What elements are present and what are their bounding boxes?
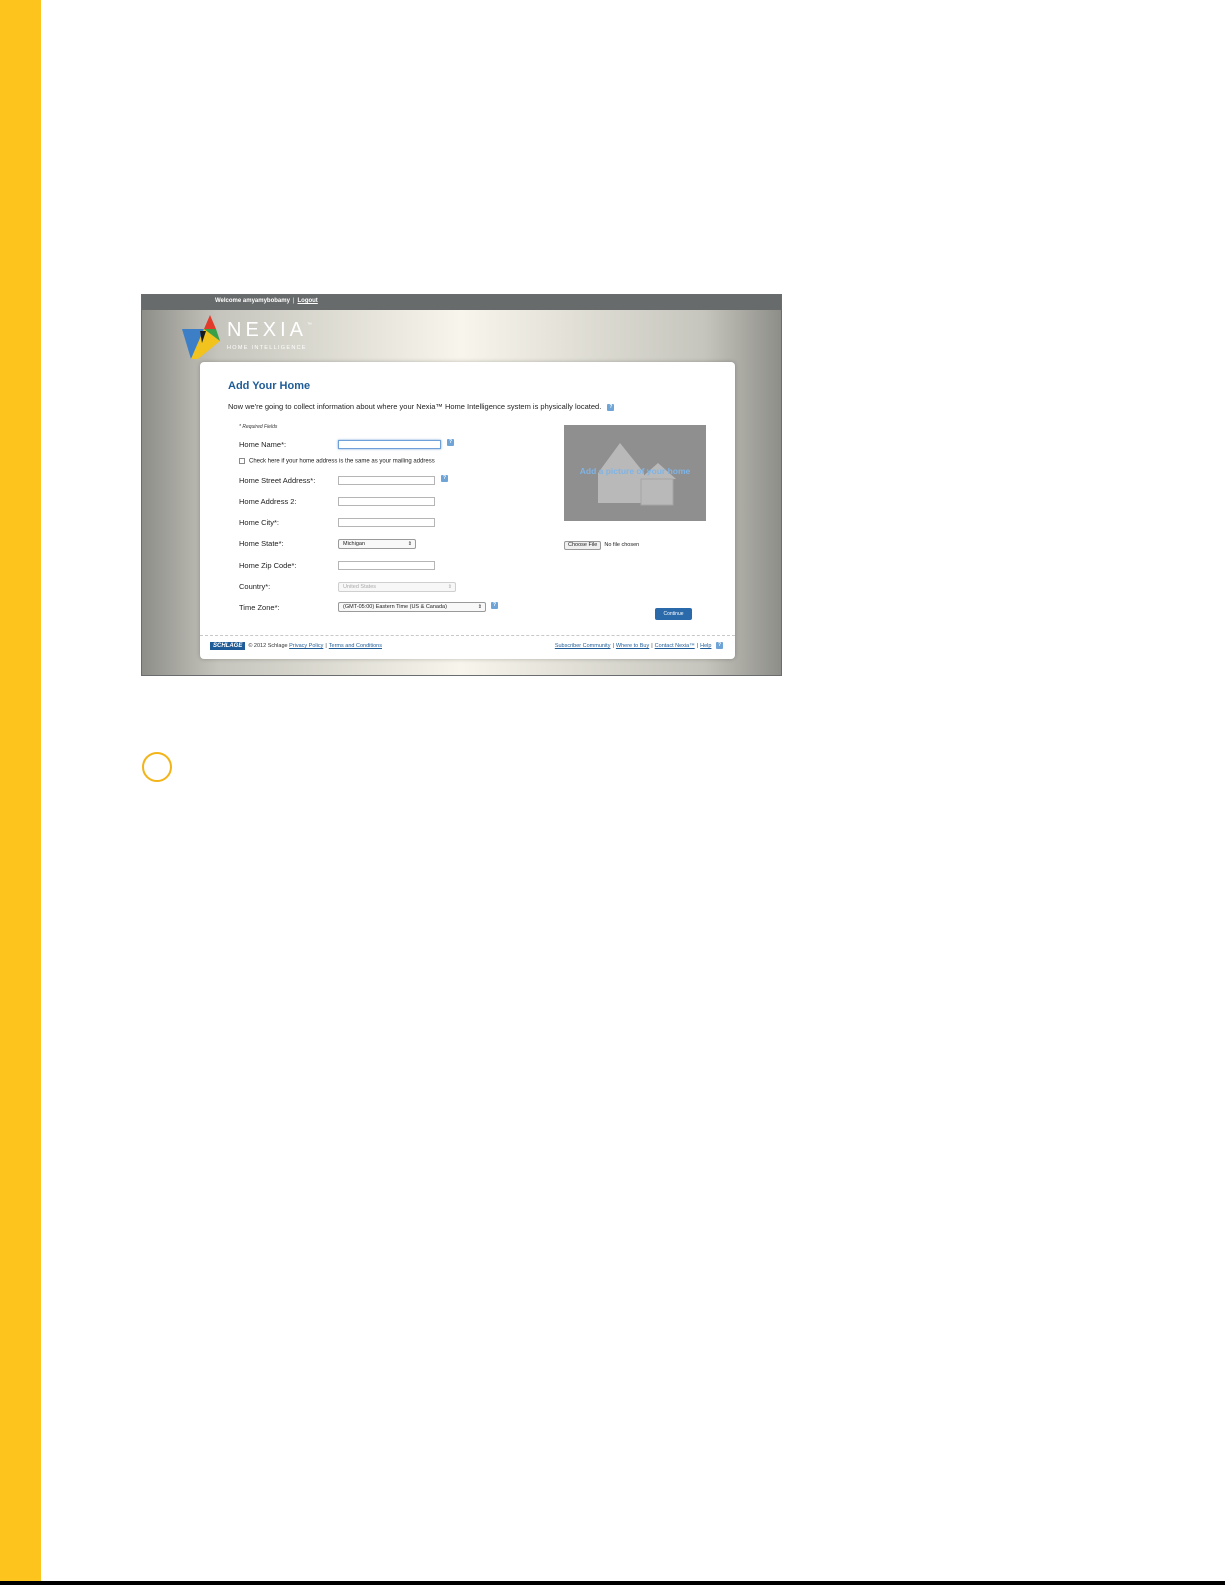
home-name-input[interactable] [338,440,441,449]
home-name-label: Home Name*: [239,440,287,449]
help-icon[interactable]: ? [447,439,454,446]
bottom-rule [0,1581,1225,1585]
logo-tagline: HOME INTELLIGENCE [227,345,307,351]
copyright-text: © 2012 Schlage [248,643,288,649]
country-label: Country*: [239,582,271,591]
page-title: Add Your Home [228,380,311,392]
add-picture-text: Add a picture of your home [579,466,691,476]
welcome-text: Welcome amyamybobamy [215,298,290,304]
no-file-text: No file chosen [604,542,640,548]
same-address-checkbox[interactable] [239,458,245,464]
home-photo-placeholder[interactable]: Add a picture of your home [564,425,706,521]
subscriber-community-link[interactable]: Subscriber Community [555,643,611,649]
state-value: Michigan [343,541,366,547]
help-icon[interactable]: ? [716,642,723,649]
continue-button[interactable]: Continue [655,608,692,620]
zip-input[interactable] [338,561,435,570]
country-value: United States [343,584,377,590]
intro-text-row: Now we're going to collect information a… [228,402,615,411]
same-address-row: Check here if your home address is the s… [239,458,435,465]
welcome-area: Welcome amyamybobamy | Logout [215,298,318,304]
logout-link[interactable]: Logout [297,298,317,304]
footer-separator: | [612,642,614,649]
schlage-logo: SCHLAGE [210,642,246,650]
help-icon[interactable]: ? [491,602,498,609]
address2-label: Home Address 2: [239,497,297,506]
help-icon[interactable]: ? [441,475,448,482]
updown-arrow-icon: ⇕ [447,584,452,590]
where-to-buy-link[interactable]: Where to Buy [616,643,649,649]
state-select[interactable]: Michigan ⇕ [338,539,416,549]
yellow-side-bar [0,0,41,1585]
help-link[interactable]: Help [700,643,711,649]
updown-arrow-icon: ⇕ [407,541,412,547]
footer-separator: | [696,642,699,649]
country-select: United States ⇕ [338,582,456,592]
topbar-separator: | [292,298,295,304]
add-home-card: Add Your Home Now we're going to collect… [200,362,735,659]
state-label: Home State*: [239,539,284,548]
footer-separator: | [651,642,653,649]
file-chooser: Choose File No file chosen [564,541,639,550]
street-address-label: Home Street Address*: [239,476,316,485]
logo-tm: ™ [307,322,313,328]
top-bar: Welcome amyamybobamy | Logout [142,295,781,310]
zip-label: Home Zip Code*: [239,561,297,570]
updown-arrow-icon: ⇕ [477,604,482,610]
required-note: * Required Fields [239,424,278,430]
privacy-policy-link[interactable]: Privacy Policy [289,643,323,649]
intro-text: Now we're going to collect information a… [228,402,602,411]
screenshot-frame: Welcome amyamybobamy | Logout NEXIA™ HOME … [141,294,782,676]
help-icon[interactable]: ? [607,403,615,411]
street-address-input[interactable] [338,476,435,485]
footer-separator: | [325,643,327,649]
footer-left: SCHLAGE © 2012 Schlage Privacy Policy | Ter… [210,642,382,650]
address2-input[interactable] [338,497,435,506]
logo-wordmark: NEXIA™ [227,319,312,342]
logo-word: NEXIA [227,319,308,341]
contact-nexia-link[interactable]: Contact Nexia™ [655,643,695,649]
step-circle [142,752,172,782]
same-address-label: Check here if your home address is the s… [249,458,435,465]
city-label: Home City*: [239,518,280,527]
footer-divider [200,635,735,636]
footer-right: Subscriber Community | Where to Buy | Contac… [555,642,723,649]
timezone-label: Time Zone*: [239,603,280,612]
timezone-select[interactable]: (GMT-05:00) Eastern Time (US & Canada) ⇕ [338,602,486,612]
choose-file-button[interactable]: Choose File [564,541,602,550]
nexia-logo-icon [182,315,220,359]
city-input[interactable] [338,518,435,527]
timezone-value: (GMT-05:00) Eastern Time (US & Canada) [343,604,447,610]
terms-link[interactable]: Terms and Conditions [329,643,382,649]
